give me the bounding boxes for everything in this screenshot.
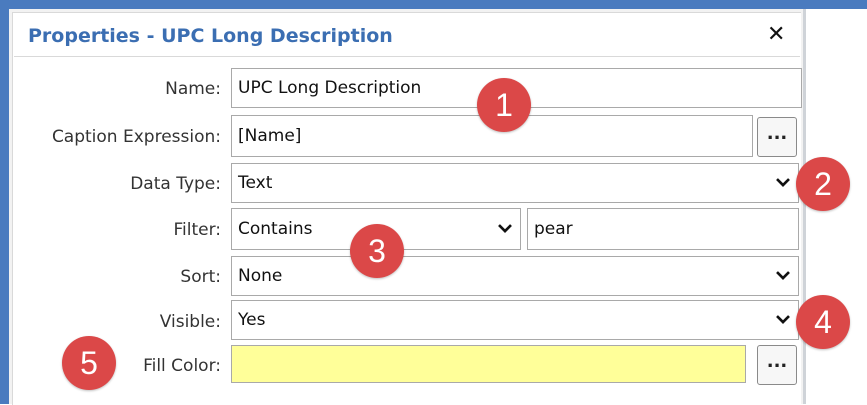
- caption-expression-builder-button[interactable]: ...: [757, 117, 797, 157]
- name-input-value: UPC Long Description: [238, 78, 422, 98]
- visible-value: Yes: [238, 310, 266, 330]
- filter-operator-value: Contains: [238, 219, 313, 239]
- callout-badge-5: 5: [62, 336, 116, 390]
- chevron-down-icon: [776, 173, 790, 191]
- sort-label: Sort:: [180, 267, 221, 287]
- sort-value: None: [238, 266, 283, 286]
- fill-color-picker-button[interactable]: ...: [757, 345, 797, 385]
- data-type-label: Data Type:: [130, 174, 221, 194]
- data-type-value: Text: [238, 173, 273, 193]
- chevron-down-icon: [776, 266, 790, 284]
- visible-label: Visible:: [159, 312, 221, 332]
- callout-badge-3: 3: [350, 224, 404, 278]
- chevron-down-icon: [776, 310, 790, 328]
- panel-title: Properties - UPC Long Description: [28, 25, 393, 47]
- callout-badge-4: 4: [796, 295, 850, 349]
- data-type-select[interactable]: Text: [231, 163, 799, 203]
- callout-badge-2: 2: [796, 157, 850, 211]
- filter-value-input[interactable]: pear: [527, 208, 799, 250]
- caption-expression-value: [Name]: [238, 126, 302, 146]
- sort-select[interactable]: None: [231, 256, 799, 296]
- filter-value: pear: [534, 219, 573, 239]
- fill-color-swatch[interactable]: [231, 345, 746, 383]
- callout-badge-1: 1: [477, 78, 531, 132]
- window-left-border: [0, 9, 9, 404]
- caption-expression-label: Caption Expression:: [51, 127, 221, 147]
- filter-label: Filter:: [173, 220, 221, 240]
- name-label: Name:: [165, 79, 221, 99]
- panel-header: Properties - UPC Long Description ✕: [14, 14, 800, 57]
- panel-shadow: [803, 9, 806, 404]
- visible-select[interactable]: Yes: [231, 300, 799, 340]
- chevron-down-icon: [498, 219, 512, 237]
- fill-color-label: Fill Color:: [143, 356, 221, 376]
- close-icon[interactable]: ✕: [767, 22, 785, 47]
- window-top-border: [0, 0, 867, 9]
